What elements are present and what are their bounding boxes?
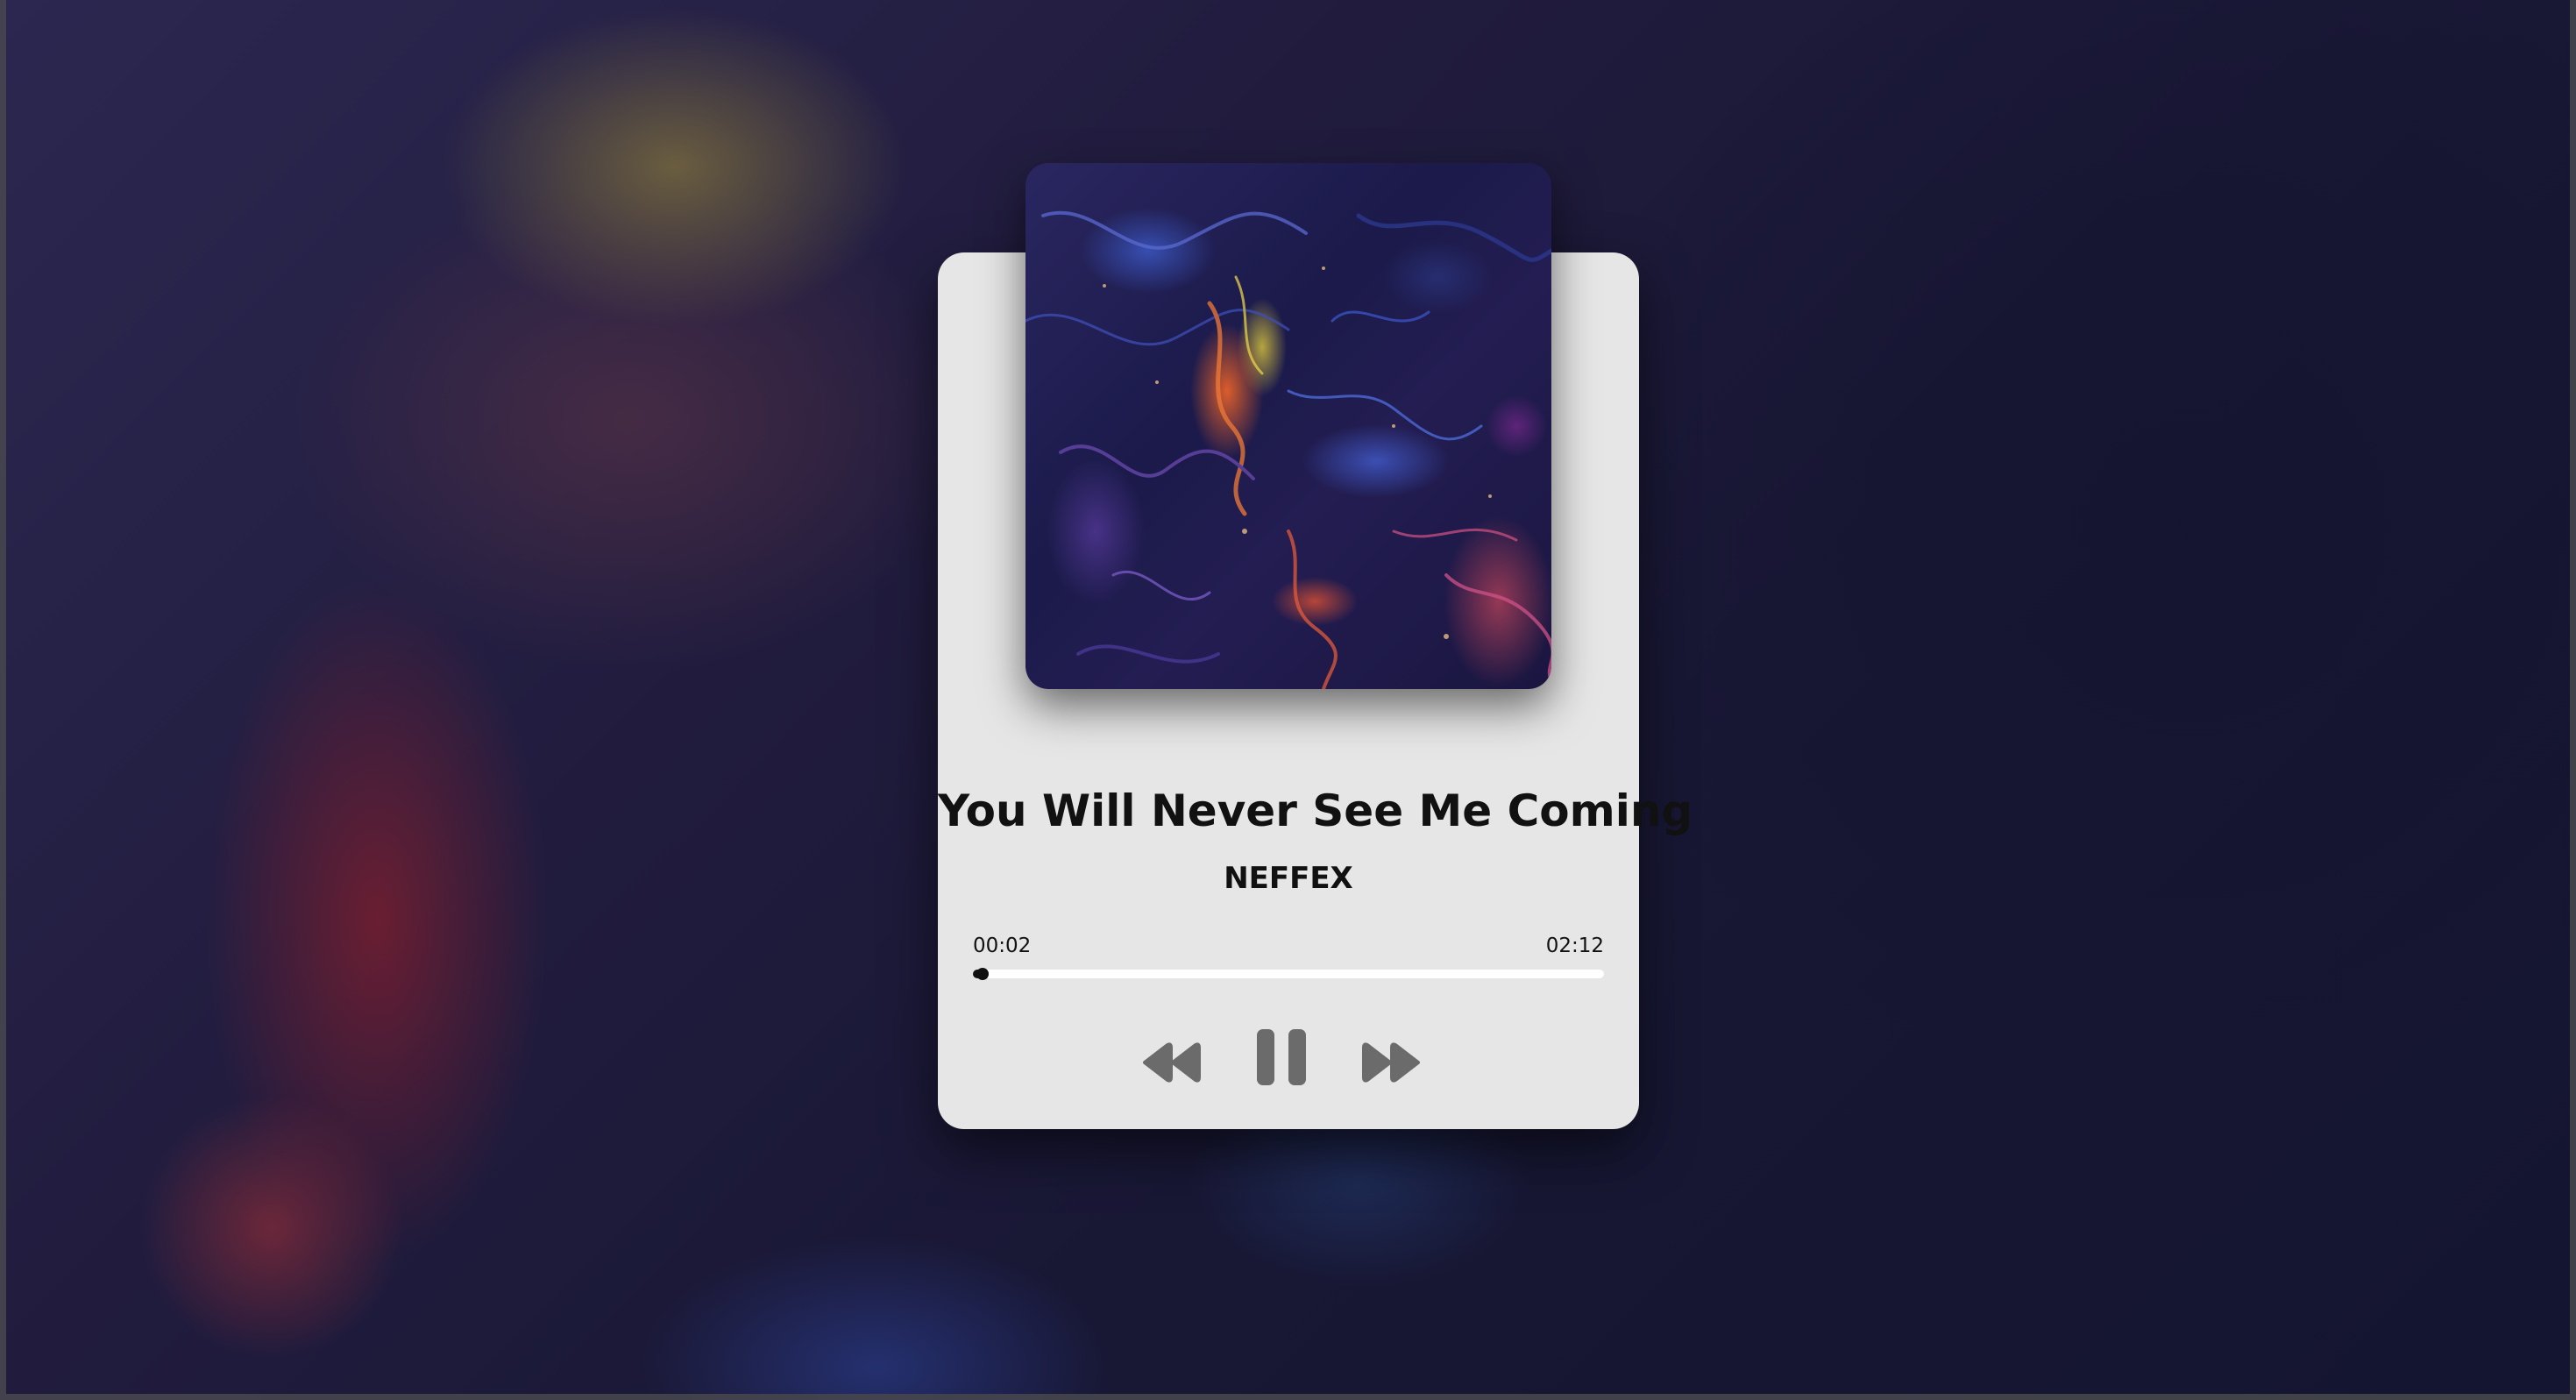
total-duration: 02:12: [1545, 935, 1604, 957]
fast-forward-icon: [1362, 1042, 1420, 1083]
track-title: You Will Never See Me Coming: [938, 785, 1693, 836]
progress-bar[interactable]: [973, 968, 1604, 980]
pause-button[interactable]: [1253, 1026, 1309, 1089]
progress-thumb[interactable]: [976, 968, 989, 980]
current-time: 00:02: [973, 935, 1032, 957]
fast-forward-button[interactable]: [1359, 1034, 1422, 1091]
album-cover-art: [1025, 210, 1551, 689]
track-artist: NEFFEX: [1224, 861, 1353, 896]
pause-icon: [1257, 1029, 1306, 1085]
rewind-button[interactable]: [1141, 1034, 1204, 1091]
rewind-icon: [1143, 1042, 1201, 1083]
album-cover: [1025, 163, 1551, 689]
